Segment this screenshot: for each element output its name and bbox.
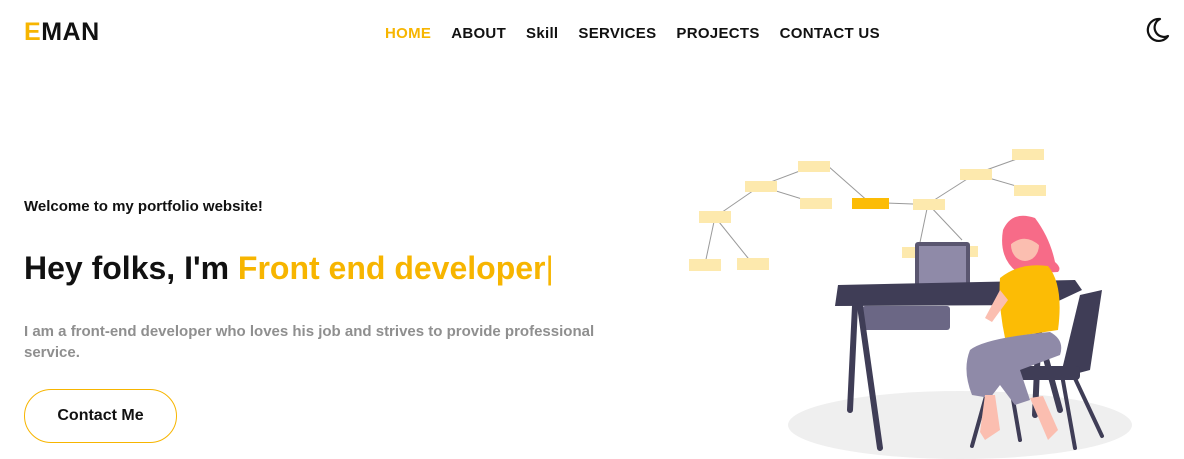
hero-role: Front end developer <box>237 250 546 286</box>
brand-logo-initial: E <box>24 18 42 46</box>
brand-logo-rest: MAN <box>41 18 100 46</box>
welcome-text: Welcome to my portfolio website! <box>24 198 263 215</box>
hero-greeting: Hey folks, I'm <box>24 250 238 286</box>
hero-headline: Hey folks, I'm Front end developer| <box>24 250 554 287</box>
contact-me-button[interactable]: Contact Me <box>24 389 177 443</box>
moon-icon[interactable] <box>1141 15 1171 45</box>
nav-item-skill[interactable]: Skill <box>526 25 558 42</box>
hero-description: I am a front-end developer who loves his… <box>24 323 595 361</box>
nav-item-services[interactable]: SERVICES <box>578 25 656 42</box>
typing-caret: | <box>545 250 554 286</box>
brand-logo[interactable]: EMAN <box>24 18 100 47</box>
nav-item-contact-us[interactable]: CONTACT US <box>780 25 880 42</box>
developer-at-desk-illustration <box>689 149 1132 459</box>
main-nav: HOME ABOUT Skill SERVICES PROJECTS CONTA… <box>385 25 880 42</box>
nav-item-home[interactable]: HOME <box>385 25 431 42</box>
nav-item-about[interactable]: ABOUT <box>451 25 506 42</box>
nav-item-projects[interactable]: PROJECTS <box>676 25 759 42</box>
